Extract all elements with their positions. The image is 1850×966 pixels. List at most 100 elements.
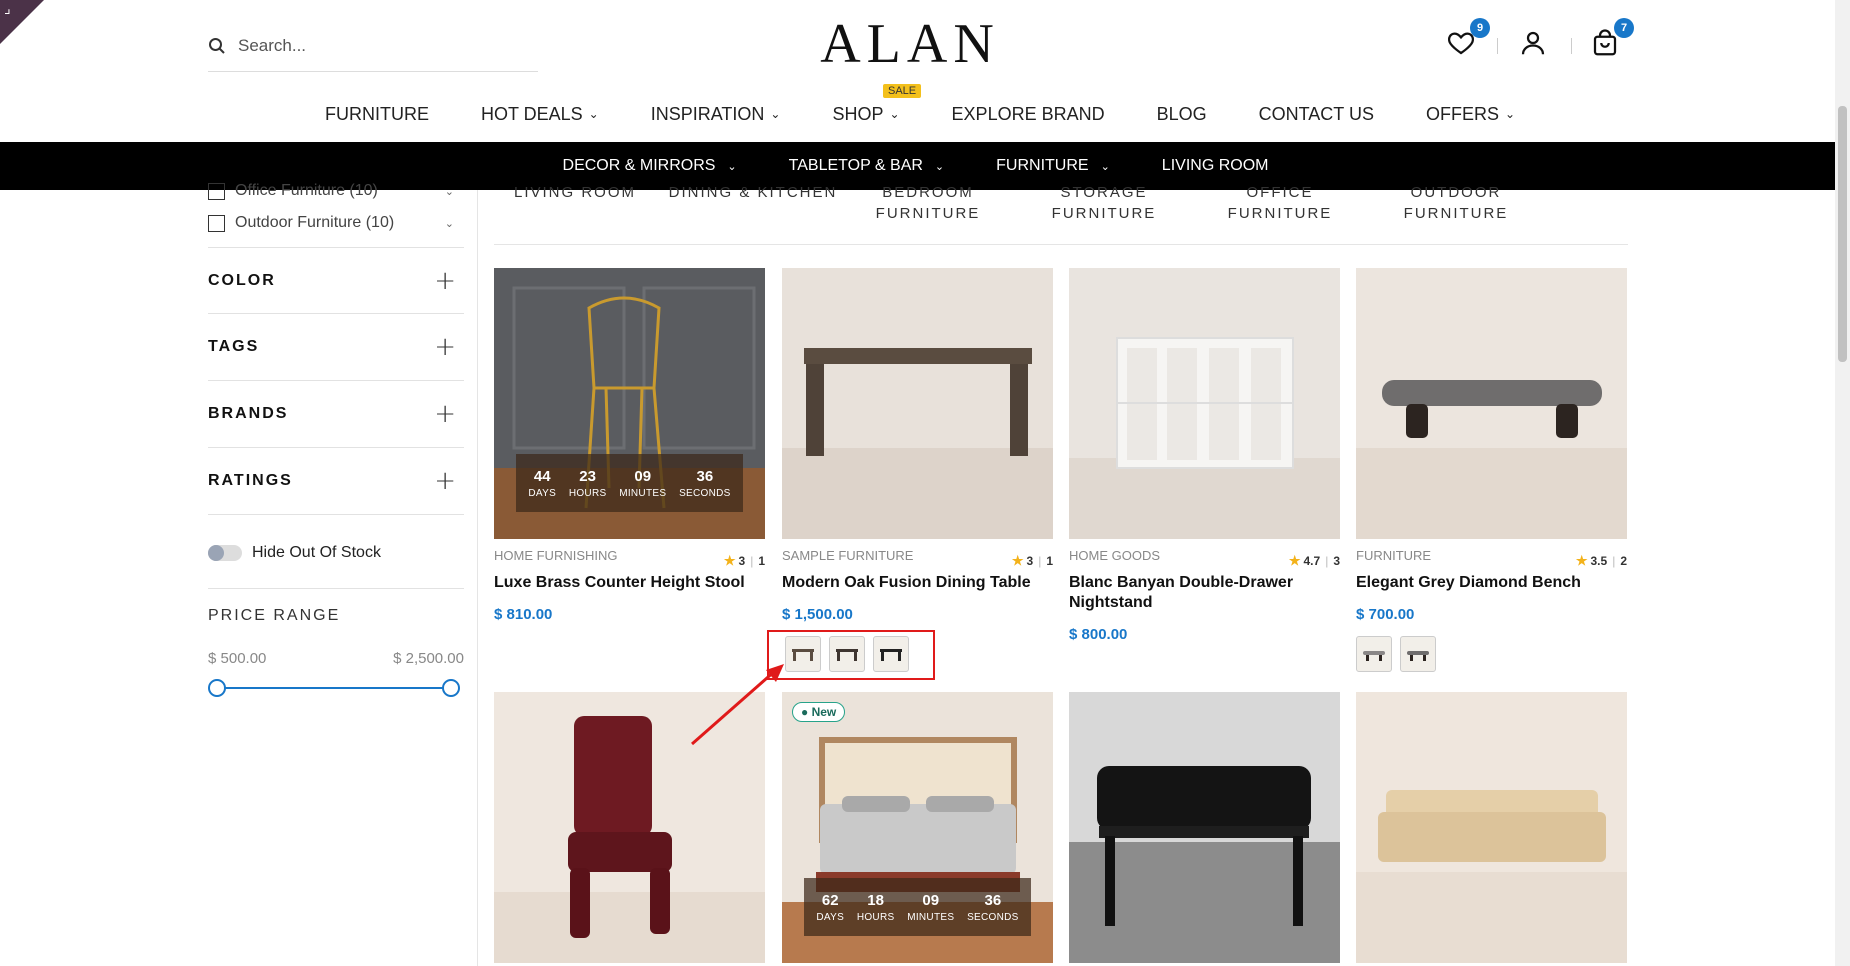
subnav-label: LIVING ROOM <box>1161 157 1269 174</box>
facet-ratings[interactable]: RATINGS + <box>208 448 464 515</box>
wishlist-count-badge: 9 <box>1470 18 1490 38</box>
search-icon[interactable] <box>208 37 226 55</box>
facet-tags[interactable]: TAGS + <box>208 314 464 381</box>
facet-title: BRANDS <box>208 405 289 422</box>
category-tab-storage-furniture[interactable]: STORAGE FURNITURE <box>1044 182 1164 224</box>
product-card[interactable]: SAMPLE FURNITURE ★ 3 | 1 Modern Oak Fusion … <box>782 268 1053 672</box>
category-tab-label: OUTDOOR <box>1410 184 1502 201</box>
subnav-decor-mirrors[interactable]: DECOR & MIRRORS ⌄ <box>563 157 765 175</box>
product-image[interactable] <box>1069 268 1340 539</box>
main-nav: FURNITURE HOT DEALS ⌄ INSPIRATION ⌄ SHOP ⌄ … <box>0 96 1840 132</box>
subnav-tabletop-bar[interactable]: TABLETOP & BAR ⌄ <box>789 157 973 175</box>
hide-out-of-stock-toggle[interactable]: Hide Out Of Stock <box>208 544 381 562</box>
nav-shop[interactable]: SHOP ⌄ <box>806 96 925 132</box>
toggle-switch[interactable] <box>208 545 242 561</box>
oak-dining-table-image <box>782 268 1053 539</box>
chevron-down-icon: ⌄ <box>934 160 945 173</box>
category-tab-living-room[interactable]: LIVING ROOM <box>510 182 640 203</box>
chevron-down-icon[interactable]: ⌄ <box>445 217 454 230</box>
product-rating: ★ 4.7 | 3 <box>1289 553 1340 569</box>
facet-color[interactable]: COLOR + <box>208 247 464 314</box>
countdown-value: 36 <box>696 467 714 485</box>
rating-separator: | <box>1612 554 1616 568</box>
product-card[interactable]: 44 DAYS 23 HOURS 09 MINUTES 36 SECONDS HOME … <box>494 268 765 623</box>
nav-inspiration[interactable]: INSPIRATION ⌄ <box>625 96 807 132</box>
chevron-down-icon: ⌄ <box>727 160 737 173</box>
product-category[interactable]: SAMPLE FURNITURE <box>782 548 913 563</box>
product-card[interactable]: ● New 62 DAYS 18 HOURS 09 MINUTES 36 SECONDS <box>782 692 1053 963</box>
price-slider-min-handle[interactable] <box>208 679 226 697</box>
plus-icon[interactable]: + <box>434 266 456 296</box>
nav-explore-brand[interactable]: EXPLORE BRAND <box>926 96 1131 132</box>
filter-label: Outdoor Furniture (10) <box>235 214 395 231</box>
scrollbar-thumb[interactable] <box>1838 106 1847 362</box>
wishlist-button[interactable]: 9 <box>1446 18 1490 60</box>
product-name[interactable]: Blanc Banyan Double-Drawer Nightstand <box>1069 573 1340 613</box>
category-tab-dining-kitchen[interactable]: DINING & KITCHEN <box>668 182 838 203</box>
checkbox[interactable] <box>208 182 225 200</box>
color-swatch[interactable] <box>1400 636 1436 672</box>
category-tab-label: FURNITURE <box>1403 205 1509 222</box>
star-icon: ★ <box>1575 553 1588 568</box>
rating-value: 4.7 <box>1303 554 1321 568</box>
nav-label: CONTACT US <box>1258 103 1374 124</box>
rating-separator: | <box>1038 554 1042 568</box>
product-card[interactable]: FURNITURE ★ 3.5 | 2 Elegant Grey Diamond Be… <box>1356 268 1627 672</box>
product-category[interactable]: FURNITURE <box>1356 548 1431 563</box>
nav-label: BLOG <box>1156 103 1207 124</box>
product-image[interactable] <box>1356 268 1627 539</box>
product-name[interactable]: Elegant Grey Diamond Bench <box>1356 573 1627 593</box>
plus-icon[interactable]: + <box>434 466 456 496</box>
countdown-hours: 23 HOURS <box>569 468 607 499</box>
product-image[interactable] <box>1069 692 1340 963</box>
nav-hot-deals[interactable]: HOT DEALS ⌄ <box>455 96 625 132</box>
plus-icon[interactable]: + <box>434 399 456 429</box>
nav-contact-us[interactable]: CONTACT US <box>1233 96 1400 132</box>
filter-label: Office Furniture (10) <box>235 182 378 199</box>
filter-office-furniture[interactable]: Office Furniture (10) ⌄ <box>208 182 464 200</box>
price-slider-max-handle[interactable] <box>442 679 460 697</box>
account-button[interactable] <box>1518 28 1550 60</box>
subnav-living-room[interactable]: LIVING ROOM <box>1162 157 1297 175</box>
bench-thumbnail-icon <box>1363 651 1385 661</box>
sale-badge: SALE <box>883 84 922 98</box>
product-category[interactable]: HOME FURNISHING <box>494 548 618 563</box>
rating-separator: | <box>1325 554 1329 568</box>
filter-outdoor-furniture[interactable]: Outdoor Furniture (10) ⌄ <box>208 214 464 232</box>
checkbox[interactable] <box>208 214 225 232</box>
subnav-furniture[interactable]: FURNITURE ⌄ <box>996 157 1138 175</box>
product-category[interactable]: HOME GOODS <box>1069 548 1160 563</box>
product-image[interactable]: ● New 62 DAYS 18 HOURS 09 MINUTES 36 SECONDS <box>782 692 1053 963</box>
search-bar[interactable] <box>208 20 538 72</box>
countdown-label: SECONDS <box>967 911 1019 923</box>
product-card[interactable]: HOME GOODS ★ 4.7 | 3 Blanc Banyan Double-Dr… <box>1069 268 1340 643</box>
category-tab-office-furniture[interactable]: OFFICE FURNITURE <box>1195 182 1365 224</box>
product-card[interactable] <box>1069 692 1340 963</box>
cart-button[interactable]: 7 <box>1590 18 1634 60</box>
nav-blog[interactable]: BLOG <box>1131 96 1233 132</box>
color-swatch[interactable] <box>1356 636 1392 672</box>
product-image[interactable]: 44 DAYS 23 HOURS 09 MINUTES 36 SECONDS <box>494 268 765 539</box>
countdown-label: MINUTES <box>907 911 955 923</box>
product-image[interactable] <box>782 268 1053 539</box>
plus-icon[interactable]: + <box>434 332 456 362</box>
category-tab-label: BEDROOM <box>882 184 974 201</box>
search-input[interactable] <box>238 35 508 56</box>
product-price: $ 800.00 <box>1069 626 1128 643</box>
product-image[interactable] <box>1356 692 1627 963</box>
nav-furniture[interactable]: FURNITURE <box>299 96 455 132</box>
nav-offers[interactable]: OFFERS ⌄ <box>1400 96 1541 132</box>
rating-value: 3 <box>1026 554 1034 568</box>
price-range-title: PRICE RANGE <box>208 607 341 624</box>
category-tab-outdoor-furniture[interactable]: OUTDOOR FURNITURE <box>1396 182 1516 224</box>
product-name[interactable]: Modern Oak Fusion Dining Table <box>782 573 1053 593</box>
bench-thumbnail-icon <box>1407 651 1429 661</box>
product-name[interactable]: Luxe Brass Counter Height Stool <box>494 573 765 593</box>
category-tab-bedroom-furniture[interactable]: BEDROOM FURNITURE <box>868 182 988 224</box>
product-card[interactable] <box>1356 692 1627 963</box>
chevron-down-icon[interactable]: ⌄ <box>445 185 454 198</box>
price-slider-track[interactable] <box>218 687 452 689</box>
annotation-arrow-icon <box>691 664 784 746</box>
facet-brands[interactable]: BRANDS + <box>208 381 464 448</box>
logo[interactable]: ALAN <box>810 12 1010 76</box>
